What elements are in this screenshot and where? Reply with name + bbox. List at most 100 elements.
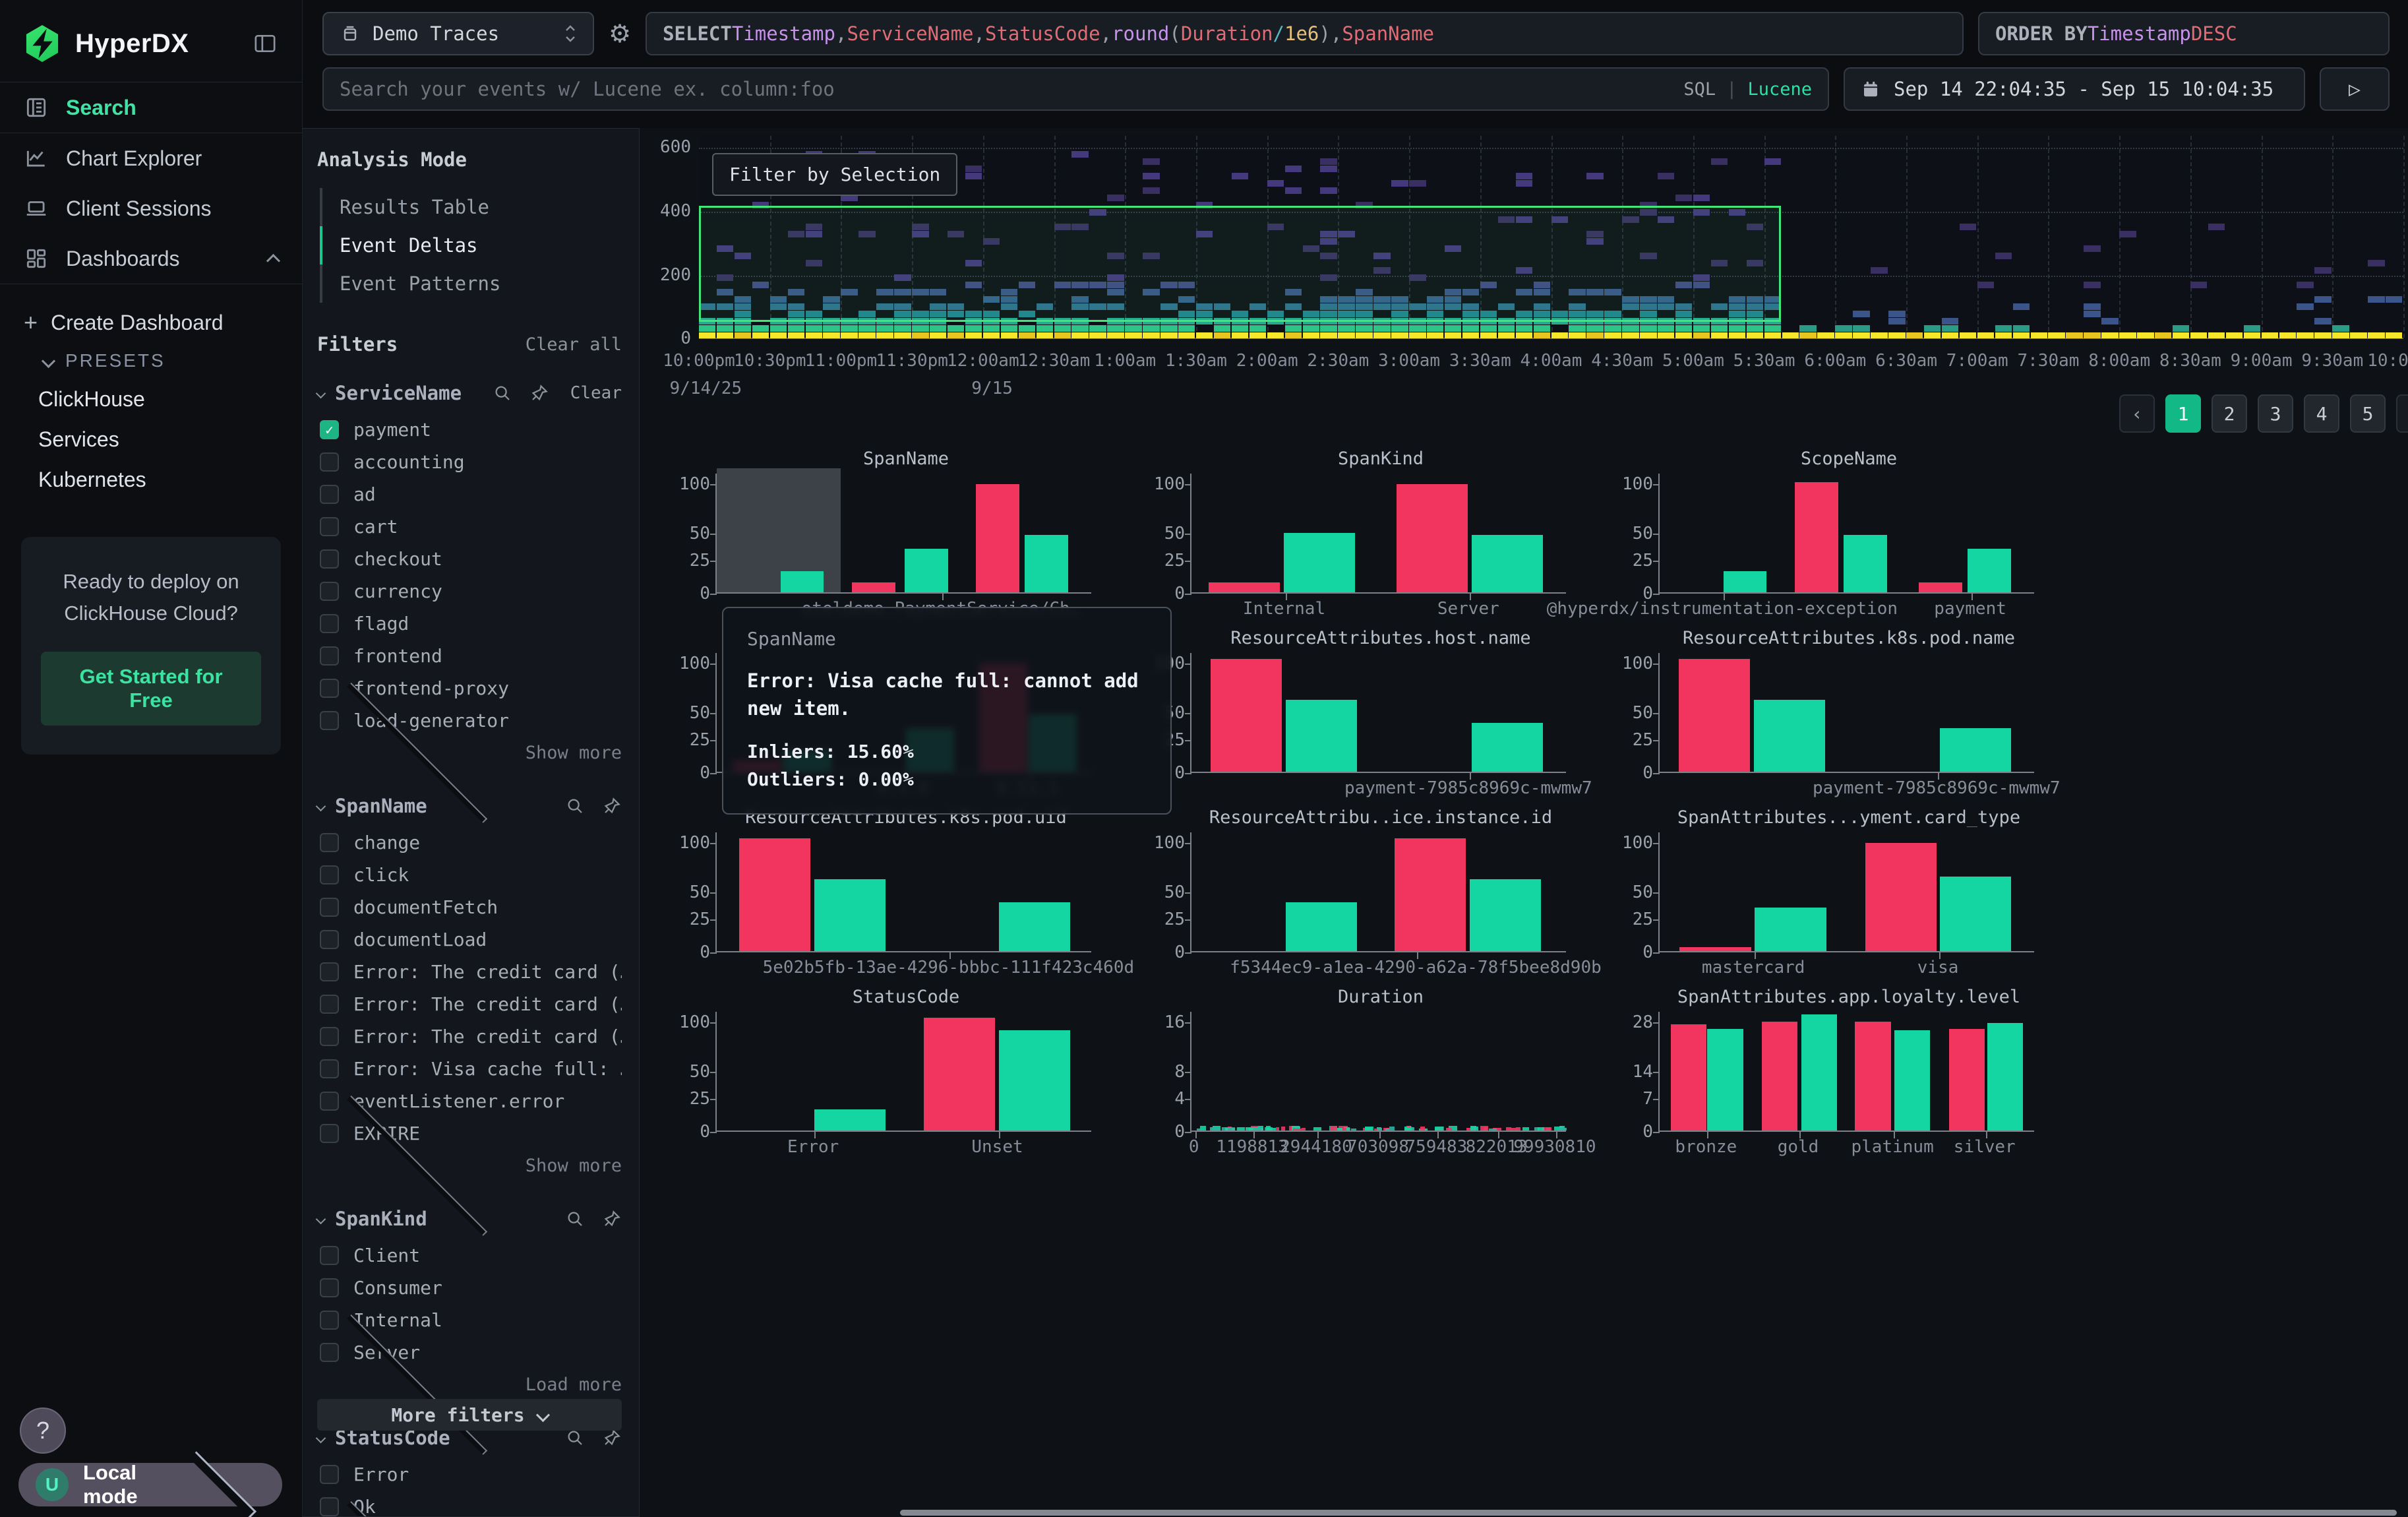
sidebar-item-dashboards[interactable]: Dashboards bbox=[0, 233, 302, 284]
checkbox[interactable] bbox=[320, 1059, 339, 1078]
outlier-bar[interactable] bbox=[1762, 1022, 1797, 1130]
chart-plot[interactable] bbox=[715, 832, 1091, 952]
outlier-bar[interactable] bbox=[1395, 838, 1466, 951]
sidebar-item-chart-explorer[interactable]: Chart Explorer bbox=[0, 133, 302, 183]
sidebar-preset-clickhouse[interactable]: ClickHouse bbox=[24, 379, 278, 419]
collapse-sidebar-icon[interactable] bbox=[252, 30, 278, 57]
outlier-bar[interactable] bbox=[739, 838, 810, 951]
chart-plot[interactable] bbox=[1190, 474, 1566, 594]
inlier-bar[interactable] bbox=[1470, 879, 1541, 951]
checkbox[interactable] bbox=[320, 1311, 339, 1330]
pagination-page-5[interactable]: 5 bbox=[2350, 394, 2386, 433]
lucene-mode-toggle[interactable]: Lucene bbox=[1747, 79, 1812, 100]
checkbox[interactable] bbox=[320, 452, 339, 472]
inlier-bar[interactable] bbox=[1707, 1029, 1743, 1130]
get-started-button[interactable]: Get Started for Free bbox=[41, 652, 261, 726]
filter-option-error-the-credit-card-[interactable]: Error: The credit card (… bbox=[317, 956, 622, 988]
inlier-bar[interactable] bbox=[1724, 571, 1767, 592]
inlier-bar[interactable] bbox=[781, 571, 824, 592]
search-input[interactable]: Search your events w/ Lucene ex. column:… bbox=[322, 67, 1829, 111]
checkbox[interactable] bbox=[320, 995, 339, 1014]
inlier-bar[interactable] bbox=[1940, 728, 2011, 772]
user-menu[interactable]: U Local mode bbox=[18, 1463, 282, 1506]
checkbox[interactable] bbox=[320, 614, 339, 633]
show-more-link[interactable]: Show more bbox=[317, 737, 622, 768]
checkbox[interactable] bbox=[320, 582, 339, 601]
outlier-bar[interactable] bbox=[1855, 1022, 1890, 1130]
heatmap-selection[interactable] bbox=[699, 206, 1781, 322]
inlier-bar[interactable] bbox=[1987, 1023, 2023, 1130]
outlier-bar[interactable] bbox=[1671, 1024, 1706, 1130]
create-dashboard-button[interactable]: + Create Dashboard bbox=[24, 303, 278, 342]
checkbox[interactable] bbox=[320, 962, 339, 981]
inlier-bar[interactable] bbox=[814, 1109, 886, 1130]
pagination-page-1[interactable]: 1 bbox=[2165, 394, 2201, 433]
filter-option-frontend[interactable]: frontend bbox=[317, 640, 622, 672]
checkbox[interactable] bbox=[320, 1465, 339, 1484]
filter-by-selection-button[interactable]: Filter by Selection bbox=[712, 153, 957, 196]
filter-option-error-the-credit-card-[interactable]: Error: The credit card (… bbox=[317, 988, 622, 1020]
filter-option-documentfetch[interactable]: documentFetch bbox=[317, 891, 622, 923]
checkbox[interactable] bbox=[320, 646, 339, 666]
pagination-page-3[interactable]: 3 bbox=[2258, 394, 2293, 433]
checkbox[interactable] bbox=[320, 865, 339, 884]
filter-option-change[interactable]: change bbox=[317, 826, 622, 859]
checkbox[interactable] bbox=[320, 1027, 339, 1046]
gear-icon[interactable]: ⚙ bbox=[609, 19, 631, 49]
filter-option-click[interactable]: click bbox=[317, 859, 622, 891]
filter-option-consumer[interactable]: Consumer bbox=[317, 1272, 622, 1304]
pin-icon[interactable] bbox=[529, 383, 549, 403]
inlier-bar[interactable] bbox=[905, 549, 948, 592]
filter-option-server[interactable]: Server bbox=[317, 1336, 622, 1369]
checkbox[interactable] bbox=[320, 1092, 339, 1111]
more-filters-button[interactable]: More filters bbox=[317, 1399, 622, 1431]
inlier-bar[interactable] bbox=[1801, 1014, 1837, 1130]
chart-plot[interactable] bbox=[1658, 832, 2034, 952]
filter-option-documentload[interactable]: documentLoad bbox=[317, 923, 622, 956]
outlier-bar[interactable] bbox=[1919, 582, 1962, 592]
chart-plot[interactable] bbox=[715, 1012, 1091, 1132]
sidebar-preset-kubernetes[interactable]: Kubernetes bbox=[24, 460, 278, 500]
search-icon[interactable] bbox=[565, 796, 585, 816]
filter-option-error-the-credit-card-[interactable]: Error: The credit card (… bbox=[317, 1020, 622, 1053]
filter-option-currency[interactable]: currency bbox=[317, 575, 622, 607]
pagination-next[interactable]: › bbox=[2396, 394, 2408, 433]
pin-icon[interactable] bbox=[602, 1428, 622, 1448]
filter-option-ad[interactable]: ad bbox=[317, 478, 622, 511]
inlier-bar[interactable] bbox=[1844, 535, 1887, 592]
chart-plot[interactable] bbox=[1658, 653, 2034, 773]
search-icon[interactable] bbox=[493, 383, 512, 403]
outlier-bar[interactable] bbox=[1211, 659, 1282, 772]
help-button[interactable]: ? bbox=[20, 1408, 66, 1454]
select-query-input[interactable]: SELECT Timestamp, ServiceName, StatusCod… bbox=[646, 12, 1964, 55]
checkbox[interactable] bbox=[320, 1124, 339, 1143]
filter-option-expire[interactable]: EXPIRE bbox=[317, 1117, 622, 1150]
outlier-bar[interactable] bbox=[924, 1018, 995, 1130]
sidebar-preset-services[interactable]: Services bbox=[24, 419, 278, 460]
inlier-bar[interactable] bbox=[1940, 877, 2011, 951]
checkbox[interactable] bbox=[320, 549, 339, 569]
outlier-bar[interactable] bbox=[1865, 843, 1937, 951]
checkbox[interactable] bbox=[320, 898, 339, 917]
checkbox[interactable] bbox=[320, 833, 339, 852]
outlier-bar[interactable] bbox=[1397, 484, 1468, 592]
presets-toggle[interactable]: PRESETS bbox=[24, 342, 278, 379]
checkbox[interactable] bbox=[320, 930, 339, 949]
outlier-bar[interactable] bbox=[852, 582, 895, 592]
checkbox[interactable] bbox=[320, 679, 339, 698]
clear-filter-button[interactable]: Clear bbox=[570, 383, 622, 403]
source-select[interactable]: Demo Traces bbox=[322, 12, 594, 55]
outlier-bar[interactable] bbox=[1209, 582, 1280, 592]
inlier-bar[interactable] bbox=[1025, 535, 1068, 592]
horizontal-scrollbar[interactable] bbox=[900, 1510, 2397, 1516]
analysis-mode-event-deltas[interactable]: Event Deltas bbox=[320, 226, 622, 264]
inlier-bar[interactable] bbox=[814, 879, 886, 951]
inlier-bar[interactable] bbox=[1894, 1030, 1930, 1130]
filter-group-header[interactable]: ServiceNameClear bbox=[317, 382, 622, 404]
sidebar-item-client-sessions[interactable]: Client Sessions bbox=[0, 183, 302, 233]
inlier-bar[interactable] bbox=[999, 1030, 1070, 1130]
filter-option-payment[interactable]: ✓payment bbox=[317, 414, 622, 446]
run-query-button[interactable]: ▷ bbox=[2320, 67, 2390, 111]
filter-option-load-generator[interactable]: load-generator bbox=[317, 704, 622, 737]
show-more-link[interactable]: Show more bbox=[317, 1150, 622, 1181]
